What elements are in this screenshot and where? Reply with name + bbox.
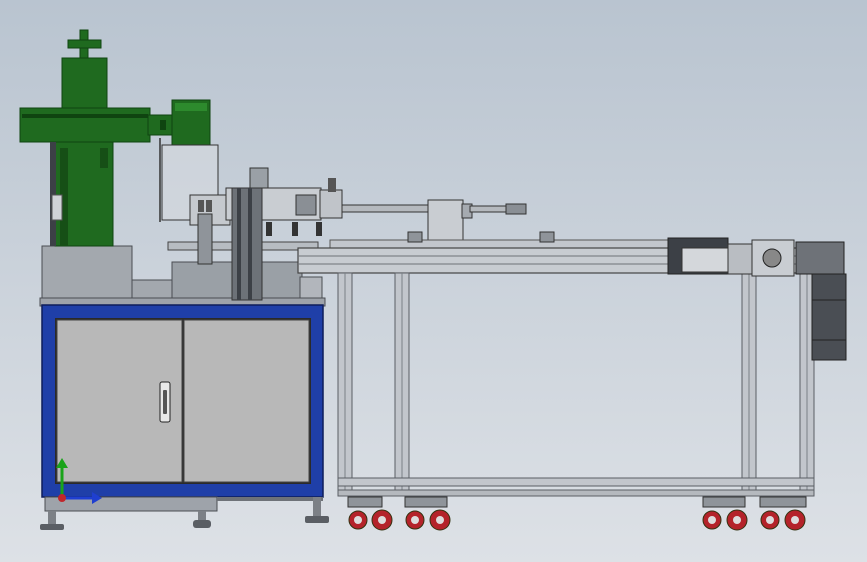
door-handle-icon[interactable] bbox=[159, 381, 171, 423]
cabinet-door-right[interactable] bbox=[183, 319, 310, 483]
servo-drive-unit bbox=[667, 237, 847, 361]
upper-housing bbox=[41, 245, 323, 299]
caster-wheel bbox=[702, 496, 748, 531]
caster-wheel bbox=[759, 496, 807, 531]
cad-viewport[interactable] bbox=[0, 0, 867, 562]
cad-model-view bbox=[19, 29, 847, 531]
leveling-foot bbox=[193, 511, 211, 528]
caster-wheel bbox=[347, 496, 393, 531]
cabinet-assembly bbox=[39, 297, 329, 530]
cabinet-bottom-rail bbox=[217, 497, 323, 501]
caster-wheel bbox=[404, 496, 451, 531]
pneumatic-cylinder bbox=[341, 199, 527, 243]
leveling-foot bbox=[40, 511, 64, 530]
